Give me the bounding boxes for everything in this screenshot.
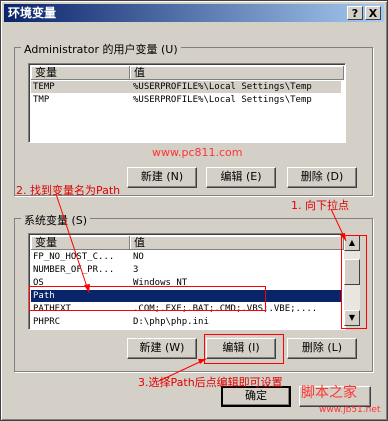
step3-annotation: 3.选择Path后点编辑即可设置 [138, 376, 283, 389]
variable-value: %USERPROFILE%\Local Settings\Temp [133, 95, 312, 105]
scrollbar-highlight-box [341, 235, 367, 329]
system-new-button[interactable]: 新建 (W) [127, 338, 197, 359]
watermark-text: www.pc811.com [152, 146, 243, 159]
user-new-button[interactable]: 新建 (N) [127, 167, 197, 188]
variable-name: TMP [33, 95, 50, 105]
variable-value: 3 [133, 265, 139, 275]
column-header-variable[interactable]: 变量 [31, 236, 130, 250]
step1-annotation: 1. 向下拉点 [291, 199, 349, 212]
column-header-value[interactable]: 值 [130, 236, 344, 250]
help-button[interactable]: ? [347, 6, 363, 20]
system-variables-list[interactable]: 变量 值 FP_NO_HOST_C... NO NUMBER_OF_PR... … [28, 233, 346, 330]
column-header-variable[interactable]: 变量 [31, 66, 130, 80]
column-header-value[interactable]: 值 [130, 66, 344, 80]
edit-highlight-box [204, 334, 284, 364]
variable-name: FP_NO_HOST_C... [33, 252, 115, 262]
user-edit-button[interactable]: 编辑 (E) [206, 167, 276, 188]
path-highlight-box [29, 286, 266, 311]
variable-value: %USERPROFILE%\Local Settings\Temp [133, 82, 312, 92]
system-list-header: 变量 值 [31, 236, 344, 250]
user-variables-legend: Administrator 的用户变量 (U) [21, 41, 181, 57]
list-item[interactable]: TMP %USERPROFILE%\Local Settings\Temp [31, 94, 312, 106]
window-title: 环境变量 [8, 6, 57, 20]
user-list-header: 变量 值 [31, 66, 344, 80]
list-item[interactable]: NUMBER_OF_PR... 3 [31, 264, 138, 276]
title-bar: 环境变量 ? X [4, 4, 384, 22]
system-delete-button[interactable]: 删除 (L) [287, 338, 357, 359]
list-item[interactable]: PHPRC D:\php\php.ini [31, 316, 209, 328]
list-item[interactable]: TEMP %USERPROFILE%\Local Settings\Temp [31, 81, 341, 93]
brand-logo-text: 脚本之家 [301, 385, 357, 401]
step2-annotation: 2. 找到变量名为Path [16, 184, 121, 197]
user-delete-button[interactable]: 删除 (D) [287, 167, 357, 188]
close-button[interactable]: X [365, 6, 381, 20]
brand-url-text: www.jb51.net [319, 405, 381, 415]
variable-name: NUMBER_OF_PR... [33, 265, 115, 275]
variable-name: PHPRC [33, 317, 61, 327]
variable-value: NO [133, 252, 144, 262]
variable-value: D:\php\php.ini [133, 317, 209, 327]
environment-variables-dialog: 环境变量 ? X Administrator 的用户变量 (U) 变量 值 TE… [0, 0, 388, 421]
list-item[interactable]: FP_NO_HOST_C... NO [31, 251, 144, 263]
system-variables-legend: 系统变量 (S) [21, 212, 91, 228]
variable-name: TEMP [33, 82, 55, 92]
user-variables-list[interactable]: 变量 值 TEMP %USERPROFILE%\Local Settings\T… [28, 63, 346, 143]
